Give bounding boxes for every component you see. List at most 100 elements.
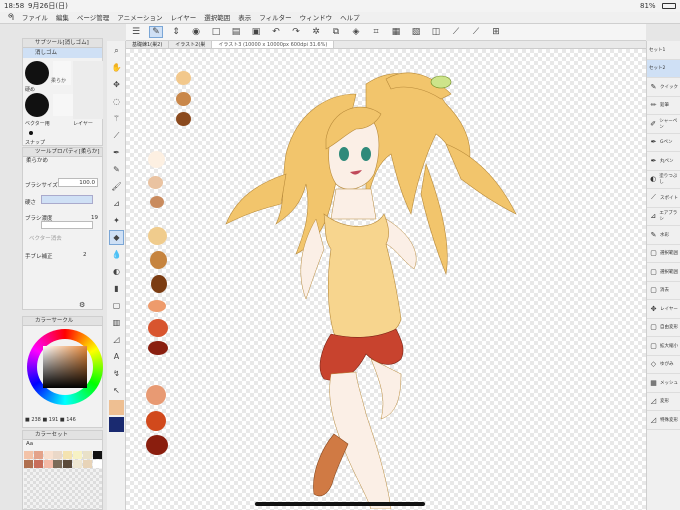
menu-file[interactable]: ファイル (22, 12, 48, 24)
copy-icon[interactable]: ⧉ (329, 26, 343, 38)
lasso-icon[interactable]: ◌ (109, 94, 124, 109)
right-scale[interactable]: ▢ 拡大縮小 (647, 337, 680, 356)
app-logo-icon[interactable]: ᖗ (8, 12, 14, 24)
ruler-tool-icon[interactable]: ◿ (109, 332, 124, 347)
right-clear[interactable]: ▢ 消去 (647, 282, 680, 300)
subtool-group[interactable]: 消しゴム (23, 48, 102, 58)
palette-swatch[interactable] (150, 196, 164, 208)
right-transform[interactable]: ◿ 変形 (647, 393, 680, 411)
new-icon[interactable]: □ (209, 26, 223, 38)
palette-swatch[interactable] (146, 411, 166, 431)
toggle-icon[interactable]: ⇕ (169, 26, 183, 38)
palette-swatch[interactable] (148, 227, 167, 245)
palette-swatch[interactable] (176, 71, 191, 85)
right-select-2[interactable]: ▢ 選択範囲 (647, 263, 680, 282)
edit-icon[interactable]: ✎ (149, 26, 163, 38)
colorset-name[interactable]: Aa (23, 440, 102, 448)
settings-icon[interactable]: ⚙ (79, 301, 85, 309)
palette-swatch[interactable] (176, 112, 191, 126)
menu-layer[interactable]: レイヤー (170, 12, 196, 24)
right-sharpen[interactable]: ✐ シャーペン (647, 115, 680, 134)
set-1[interactable]: セット1 (647, 41, 680, 60)
zoom-icon[interactable]: ⌕ (109, 43, 124, 58)
main-color-swatch[interactable] (109, 400, 124, 415)
snap-eraser-icon[interactable] (29, 131, 33, 135)
subtool-item-soft[interactable]: 柔らか (51, 77, 66, 84)
tab-doc-1[interactable]: 基礎練1(巣2) (126, 41, 170, 48)
menu-window[interactable]: ウィンドウ (300, 12, 333, 24)
canvas-area[interactable] (126, 41, 646, 510)
text-icon[interactable]: A (109, 349, 124, 364)
ruler-icon[interactable]: ⟋ (469, 26, 483, 38)
hardness-slider[interactable] (41, 195, 93, 204)
subtool-item-snap[interactable]: スナップ (25, 139, 45, 146)
deselect-icon[interactable]: ▧ (409, 26, 423, 38)
palette-swatch[interactable] (146, 435, 168, 455)
palette-swatch[interactable] (148, 176, 163, 189)
fill-icon[interactable]: ◈ (349, 26, 363, 38)
redo-icon[interactable]: ↷ (289, 26, 303, 38)
gradient-icon[interactable]: ▮ (109, 281, 124, 296)
save-icon[interactable]: ▣ (249, 26, 263, 38)
blend-icon[interactable]: 💧 (109, 247, 124, 262)
menu-icon[interactable]: ☰ (129, 26, 143, 38)
invert-icon[interactable]: ◫ (429, 26, 443, 38)
palette-swatch[interactable] (151, 275, 167, 293)
wand-icon[interactable]: ⚚ (109, 111, 124, 126)
character-illustration[interactable] (196, 54, 526, 509)
saturation-value-square[interactable] (43, 346, 87, 388)
hard-eraser-icon[interactable] (25, 61, 49, 85)
airbrush-icon[interactable]: ⊿ (109, 196, 124, 211)
pen-icon[interactable]: ⟋ (449, 26, 463, 38)
right-fill[interactable]: ◐ 塗りつぶし (647, 171, 680, 189)
right-pencil[interactable]: ✏ 鉛筆 (647, 97, 680, 115)
subtool-item-hard[interactable]: 硬め (25, 86, 35, 93)
color-set-grid[interactable] (24, 451, 102, 509)
undo-icon[interactable]: ↶ (269, 26, 283, 38)
palette-swatch[interactable] (148, 151, 165, 168)
palette-swatch[interactable] (150, 251, 167, 269)
menu-animation[interactable]: アニメーション (117, 12, 162, 24)
crop-icon[interactable]: ⌗ (369, 26, 383, 38)
select-all-icon[interactable]: ▦ (389, 26, 403, 38)
frame-icon[interactable]: ▥ (109, 315, 124, 330)
menu-filter[interactable]: フィルター (259, 12, 291, 24)
palette-swatch[interactable] (148, 300, 166, 312)
right-mesh[interactable]: ▦ メッシュ (647, 374, 680, 393)
fill-tool-icon[interactable]: ◐ (109, 264, 124, 279)
gear-icon[interactable]: ✲ (309, 26, 323, 38)
brush-icon[interactable]: 🖌 (109, 179, 124, 194)
right-gpen[interactable]: ✒ Gペン (647, 134, 680, 152)
right-special-transform[interactable]: ◿ 特殊変形 (647, 411, 680, 430)
palette-swatch[interactable] (148, 341, 168, 355)
figure-icon[interactable]: ▢ (109, 298, 124, 313)
brush-size-value[interactable]: 100.0 (58, 178, 98, 187)
right-quick[interactable]: ✎ クイック (647, 78, 680, 97)
set-2[interactable]: セット2 (647, 59, 680, 78)
right-free-transform[interactable]: ▢ 自由変形 (647, 319, 680, 337)
subtool-item-layer[interactable]: レイヤー (73, 120, 93, 127)
menu-selection[interactable]: 選択範囲 (204, 12, 230, 24)
right-watercolor[interactable]: ✎ 水彩 (647, 226, 680, 245)
hand-icon[interactable]: ✋ (109, 60, 124, 75)
canvas-transparent-bg[interactable] (126, 49, 646, 510)
eyedropper-icon[interactable]: ⟋ (109, 128, 124, 143)
move-icon[interactable]: ✥ (109, 77, 124, 92)
transform-icon[interactable]: ⊞ (489, 26, 503, 38)
right-layer-move[interactable]: ✥ レイヤー (647, 300, 680, 319)
palette-swatch[interactable] (176, 92, 191, 106)
decoration-icon[interactable]: ✦ (109, 213, 124, 228)
menu-help[interactable]: ヘルプ (340, 12, 360, 24)
camera-icon[interactable]: ◉ (189, 26, 203, 38)
right-warp[interactable]: ◇ ゆがみ (647, 356, 680, 374)
balloon-icon[interactable]: ↯ (109, 366, 124, 381)
tab-doc-2[interactable]: イラスト2(巣 (169, 41, 213, 48)
vector-eraser-icon[interactable] (25, 93, 49, 117)
palette-swatch[interactable] (146, 385, 166, 405)
sub-color-swatch[interactable] (109, 417, 124, 432)
right-spoit[interactable]: ⟋ スポイト (647, 189, 680, 208)
subtool-item-vector[interactable]: ベクター用 (25, 120, 50, 127)
eraser-icon[interactable]: ◆ (109, 230, 124, 245)
menu-page[interactable]: ページ管理 (77, 12, 109, 24)
open-icon[interactable]: ▤ (229, 26, 243, 38)
